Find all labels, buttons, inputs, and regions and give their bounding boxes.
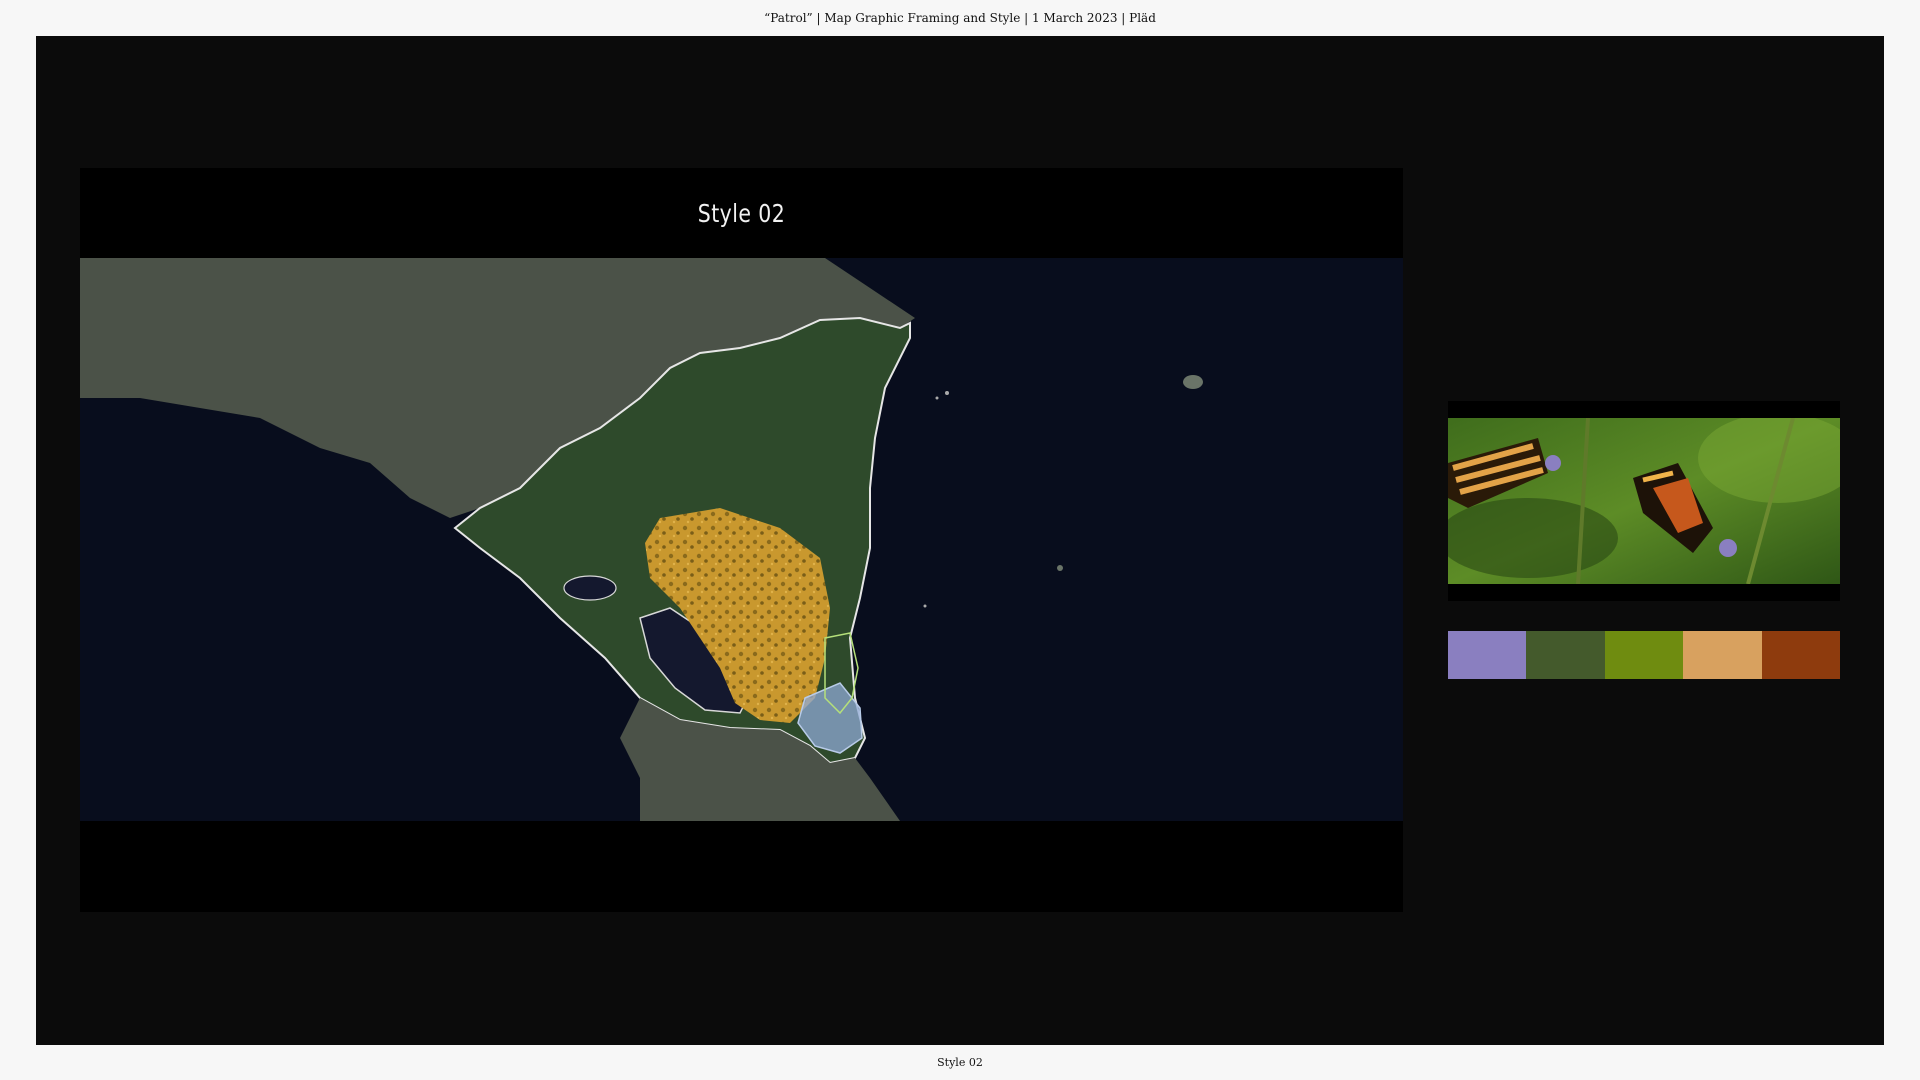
frame-title: Style 02 — [697, 198, 786, 228]
color-palette — [1448, 631, 1841, 679]
swatch-forest-green — [1526, 631, 1605, 679]
reference-photo — [1448, 418, 1840, 584]
swatch-olive-green — [1604, 631, 1684, 679]
butterfly-photo — [1448, 418, 1840, 584]
island-east — [1183, 375, 1203, 389]
swatch-sand — [1683, 631, 1762, 679]
lake-managua — [563, 575, 617, 601]
map-graphic — [80, 258, 1203, 821]
header-caption: “Patrol” | Map Graphic Framing and Style… — [764, 11, 1156, 25]
swatch-rust — [1761, 631, 1841, 679]
satellite-map — [80, 258, 1403, 821]
footer-caption: Style 02 — [937, 1056, 983, 1069]
island-dot — [1057, 565, 1063, 571]
swatch-lavender — [1448, 631, 1527, 679]
